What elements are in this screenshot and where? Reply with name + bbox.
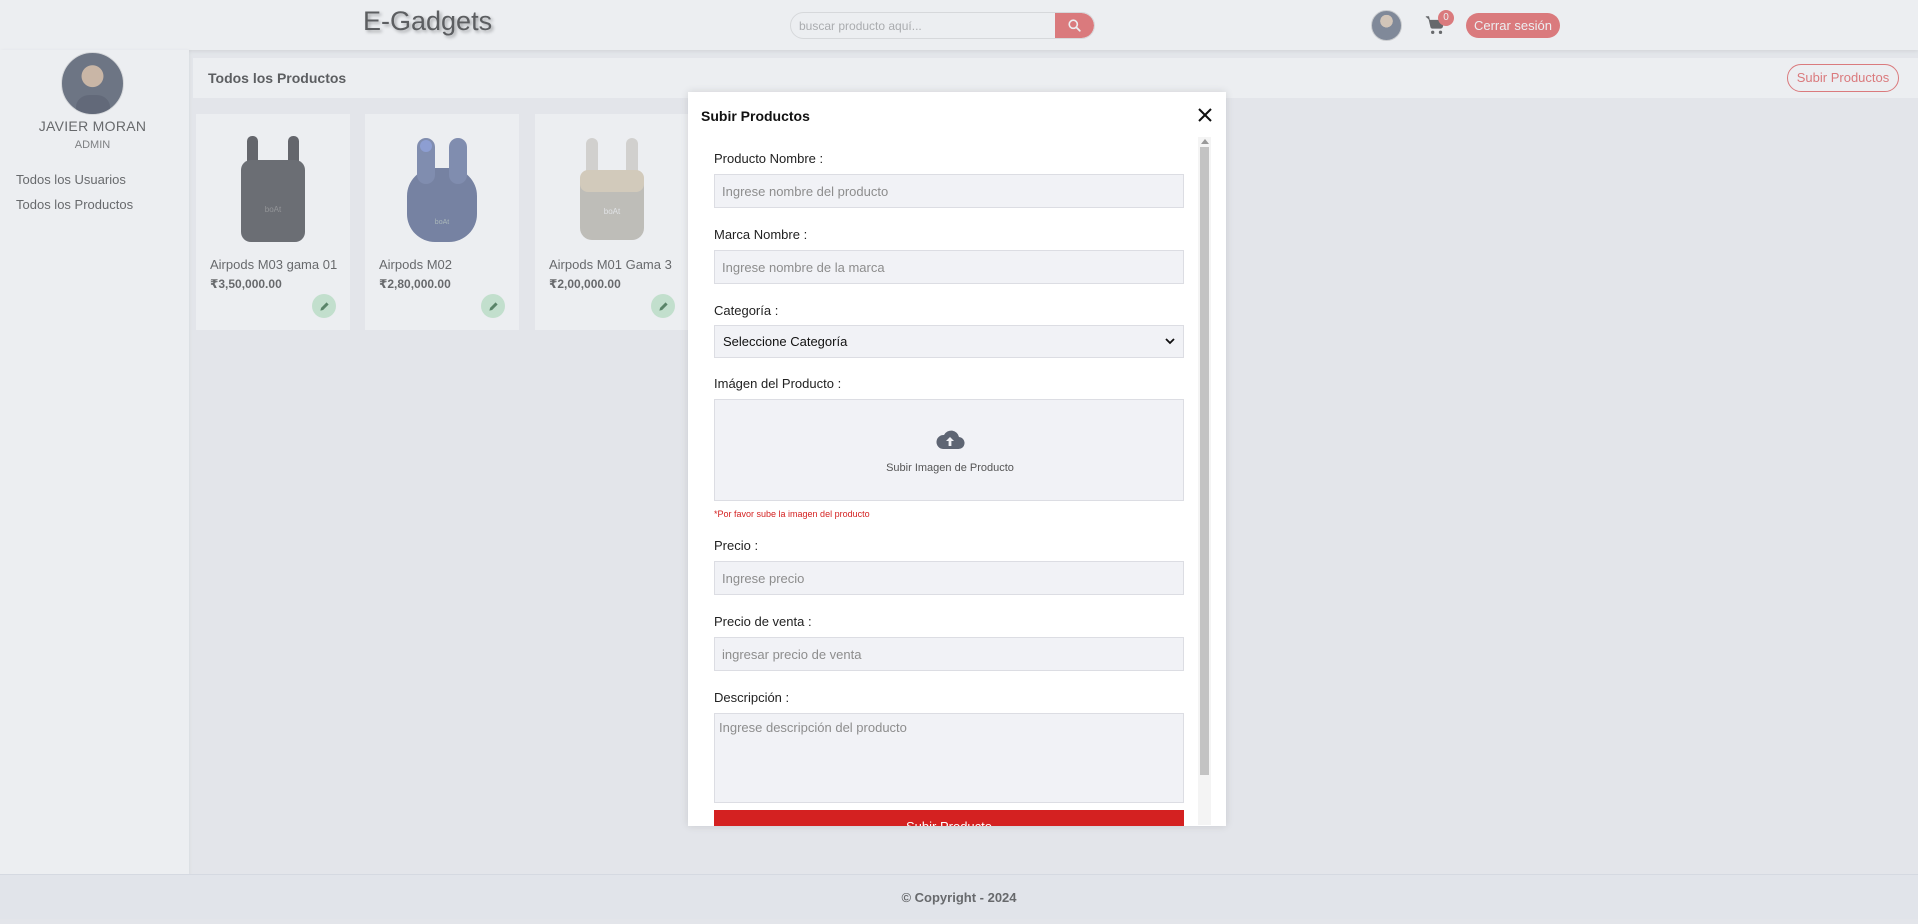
close-icon[interactable] — [1196, 106, 1214, 124]
brand-name-label: Marca Nombre : — [714, 227, 808, 242]
chevron-down-icon — [1165, 338, 1175, 345]
upload-form: Producto Nombre : Marca Nombre : Categor… — [688, 136, 1226, 826]
category-selected-value: Seleccione Categoría — [723, 334, 848, 349]
category-label: Categoría : — [714, 303, 779, 318]
image-warning: *Por favor sube la imagen del producto — [714, 509, 870, 519]
upload-product-modal: Subir Productos Producto Nombre : Marca … — [688, 92, 1226, 826]
submit-product-button[interactable]: Subir Producto — [714, 810, 1184, 826]
scrollbar-thumb[interactable] — [1200, 147, 1209, 775]
modal-scrollbar[interactable] — [1198, 137, 1211, 825]
image-upload-text: Subir Imagen de Producto — [886, 462, 1014, 474]
scroll-up-icon[interactable] — [1201, 139, 1209, 144]
sale-price-label: Precio de venta : — [714, 614, 812, 629]
sale-price-input[interactable] — [714, 637, 1184, 671]
description-label: Descripción : — [714, 690, 790, 705]
category-select[interactable]: Seleccione Categoría — [714, 325, 1184, 358]
description-textarea[interactable] — [714, 713, 1184, 803]
cloud-upload-icon — [936, 430, 965, 450]
product-name-input[interactable] — [714, 174, 1184, 208]
product-image-label: Imágen del Producto : — [714, 376, 842, 391]
price-label: Precio : — [714, 538, 759, 553]
product-name-label: Producto Nombre : — [714, 151, 824, 166]
price-input[interactable] — [714, 561, 1184, 595]
image-upload-dropzone[interactable]: Subir Imagen de Producto — [714, 399, 1184, 501]
modal-title: Subir Productos — [701, 108, 810, 124]
brand-name-input[interactable] — [714, 250, 1184, 284]
